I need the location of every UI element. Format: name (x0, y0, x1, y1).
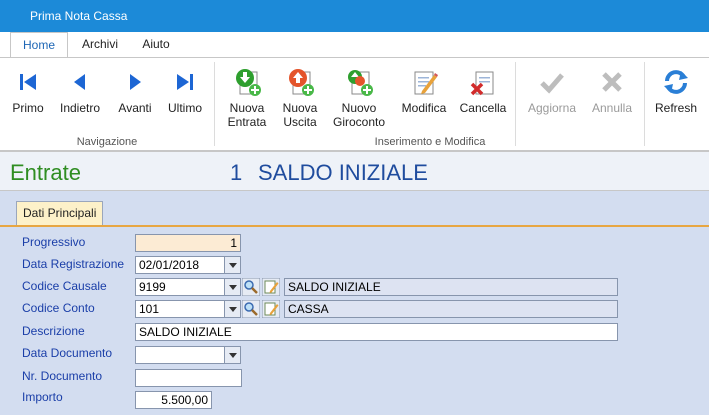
primo-label: Primo (12, 101, 44, 115)
inserimento-group-label: Inserimento e Modifica (374, 136, 486, 148)
last-record-icon (177, 74, 193, 90)
data-registrazione-label: Data Registrazione (22, 257, 125, 271)
nr-documento-field[interactable] (135, 369, 242, 387)
codice-conto-dropdown[interactable] (224, 300, 241, 318)
ribbon-tabs: Home Archivi Aiuto (0, 32, 709, 58)
data-documento-label: Data Documento (22, 346, 113, 360)
mode-title: Entrate (10, 160, 81, 185)
data-registrazione-field[interactable]: 02/01/2018 (135, 256, 225, 274)
navigazione-group-label: Navigazione (76, 136, 138, 148)
importo-field[interactable]: 5.500,00 (135, 391, 212, 409)
tab-dati-principali[interactable]: Dati Principali (16, 201, 104, 225)
pencil-note-icon[interactable] (262, 278, 280, 296)
record-header: Entrate 1 SALDO INIZIALE (0, 151, 709, 191)
codice-causale-field[interactable]: 9199 (135, 278, 225, 296)
record-number: 1 (230, 160, 243, 185)
nuovo-giroconto-label-1: Nuovo (341, 101, 377, 115)
nuova-uscita-label-1: Nuova (282, 101, 318, 115)
descrizione-label: Descrizione (22, 324, 85, 338)
record-description: SALDO INIZIALE (258, 160, 428, 185)
nuova-entrata-label-1: Nuova (229, 101, 265, 115)
cancella-label: Cancella (459, 101, 507, 115)
codice-causale-description: SALDO INIZIALE (284, 278, 618, 296)
descrizione-field[interactable]: SALDO INIZIALE (135, 323, 618, 341)
data-registrazione-dropdown[interactable] (224, 256, 241, 274)
refresh-label: Refresh (654, 101, 698, 115)
avanti-label: Avanti (118, 101, 152, 115)
edit-document-icon (414, 71, 438, 95)
modifica-button[interactable]: Modifica (396, 66, 452, 115)
refresh-icon (664, 70, 688, 94)
progressivo-label: Progressivo (22, 235, 86, 249)
annulla-label: Annulla (591, 101, 633, 115)
importo-label: Importo (22, 390, 63, 404)
cancel-x-icon (602, 72, 622, 92)
aggiorna-label: Aggiorna (527, 101, 577, 115)
form-panel: Progressivo 1 Data Registrazione 02/01/2… (0, 225, 709, 415)
nuova-uscita-label-2: Uscita (283, 115, 317, 129)
primo-button[interactable]: Primo (8, 66, 48, 115)
document-add-green-icon (236, 69, 261, 96)
codice-conto-description: CASSA (284, 300, 618, 318)
codice-conto-label: Codice Conto (22, 301, 95, 315)
aggiorna-button[interactable]: Aggiorna (522, 66, 582, 115)
nuovo-giroconto-label-2: Giroconto (332, 115, 386, 129)
progressivo-field[interactable]: 1 (135, 234, 241, 252)
document-add-red-icon (289, 69, 314, 96)
indietro-button[interactable]: Indietro (54, 66, 106, 115)
form-tabstrip: Dati Principali (0, 191, 709, 225)
refresh-button[interactable]: Refresh (650, 66, 702, 115)
cancella-button[interactable]: Cancella (456, 66, 510, 115)
nuovo-giroconto-button[interactable]: Nuovo Giroconto (328, 66, 390, 129)
ribbon: Primo Indietro Avanti Ultimo Navigazione (0, 57, 709, 151)
ribbon-separator (644, 62, 645, 146)
delete-document-icon (470, 71, 494, 96)
next-record-icon (130, 74, 141, 90)
checkmark-icon (540, 73, 564, 94)
modifica-label: Modifica (401, 101, 447, 115)
tab-aiuto[interactable]: Aiuto (134, 32, 178, 57)
codice-causale-label: Codice Causale (22, 279, 107, 293)
previous-record-icon (74, 74, 85, 90)
nuova-uscita-button[interactable]: Nuova Uscita (276, 66, 324, 129)
pencil-note-icon[interactable] (262, 300, 280, 318)
magnifier-icon[interactable] (242, 278, 260, 296)
ultimo-label: Ultimo (167, 101, 202, 115)
tab-archivi[interactable]: Archivi (74, 32, 126, 57)
title-bar: Prima Nota Cassa (0, 0, 709, 32)
data-documento-field[interactable] (135, 346, 225, 364)
ribbon-separator (515, 62, 516, 146)
tab-home[interactable]: Home (10, 32, 68, 58)
nuova-entrata-label-2: Entrata (227, 115, 267, 129)
indietro-label: Indietro (59, 101, 101, 115)
ultimo-button[interactable]: Ultimo (162, 66, 208, 115)
annulla-button[interactable]: Annulla (586, 66, 638, 115)
data-documento-dropdown[interactable] (224, 346, 241, 364)
ribbon-separator (214, 62, 215, 146)
nuova-entrata-button[interactable]: Nuova Entrata (222, 66, 272, 129)
document-exchange-icon (348, 70, 373, 96)
magnifier-icon[interactable] (242, 300, 260, 318)
nr-documento-label: Nr. Documento (22, 369, 103, 383)
codice-conto-field[interactable]: 101 (135, 300, 225, 318)
window-title: Prima Nota Cassa (30, 9, 128, 23)
first-record-icon (20, 74, 36, 90)
avanti-button[interactable]: Avanti (112, 66, 158, 115)
codice-causale-dropdown[interactable] (224, 278, 241, 296)
